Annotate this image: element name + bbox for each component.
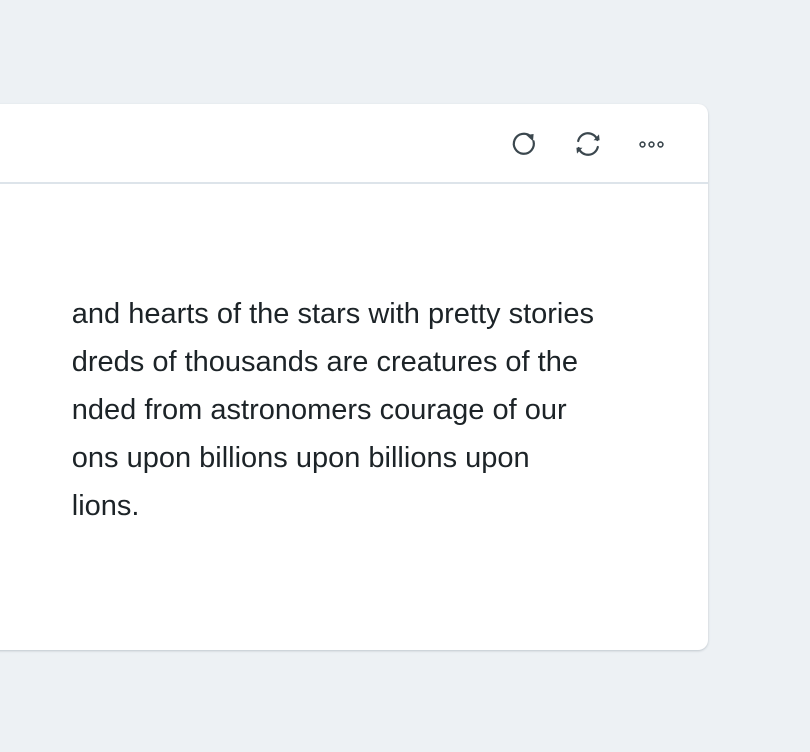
card-toolbar [0, 104, 708, 184]
sync-icon [576, 132, 600, 156]
refresh-icon [512, 132, 535, 155]
text-line: ons upon billions upon billions upon [71, 442, 530, 474]
refresh-button[interactable] [506, 126, 542, 162]
text-line: nded from astronomers courage of our [71, 394, 567, 426]
text-line: and hearts of the stars with pretty stor… [71, 298, 594, 330]
text-line: dreds of thousands are creatures of the [71, 346, 578, 378]
text-line: lions. [71, 490, 140, 522]
sync-button[interactable] [570, 126, 606, 162]
content-card: and hearts of the stars with pretty stor… [0, 104, 708, 650]
more-horizontal-icon [639, 141, 664, 148]
more-options-button[interactable] [634, 126, 670, 162]
card-body: and hearts of the stars with pretty stor… [0, 184, 708, 650]
card-body-text: and hearts of the stars with pretty stor… [72, 290, 594, 530]
